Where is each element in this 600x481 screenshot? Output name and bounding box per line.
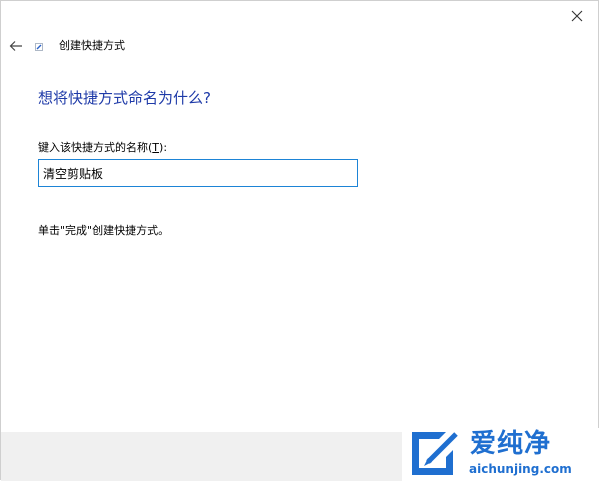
shortcut-app-icon bbox=[35, 43, 43, 51]
watermark: 爱纯净 aichunjing.com bbox=[402, 428, 600, 481]
page-heading: 想将快捷方式命名为什么? bbox=[38, 89, 211, 107]
finish-hint: 单击"完成"创建快捷方式。 bbox=[38, 224, 170, 237]
back-arrow-icon bbox=[9, 41, 22, 51]
close-button[interactable] bbox=[564, 4, 590, 28]
name-field-label-text: 键入该快捷方式的名称( bbox=[38, 141, 153, 154]
close-icon bbox=[571, 10, 583, 22]
watermark-domain-text: aichunjing.com bbox=[469, 462, 572, 476]
name-field-label: 键入该快捷方式的名称(T): bbox=[38, 141, 167, 155]
shortcut-name-input[interactable] bbox=[38, 159, 358, 187]
back-button[interactable] bbox=[5, 36, 27, 56]
window-title: 创建快捷方式 bbox=[59, 39, 125, 52]
watermark-logo-icon bbox=[412, 432, 458, 475]
create-shortcut-window: 创建快捷方式 想将快捷方式命名为什么? 键入该快捷方式的名称(T): 单击"完成… bbox=[0, 0, 600, 481]
watermark-chinese-text: 爱纯净 bbox=[470, 429, 552, 459]
name-field-label-end: ): bbox=[159, 141, 168, 154]
